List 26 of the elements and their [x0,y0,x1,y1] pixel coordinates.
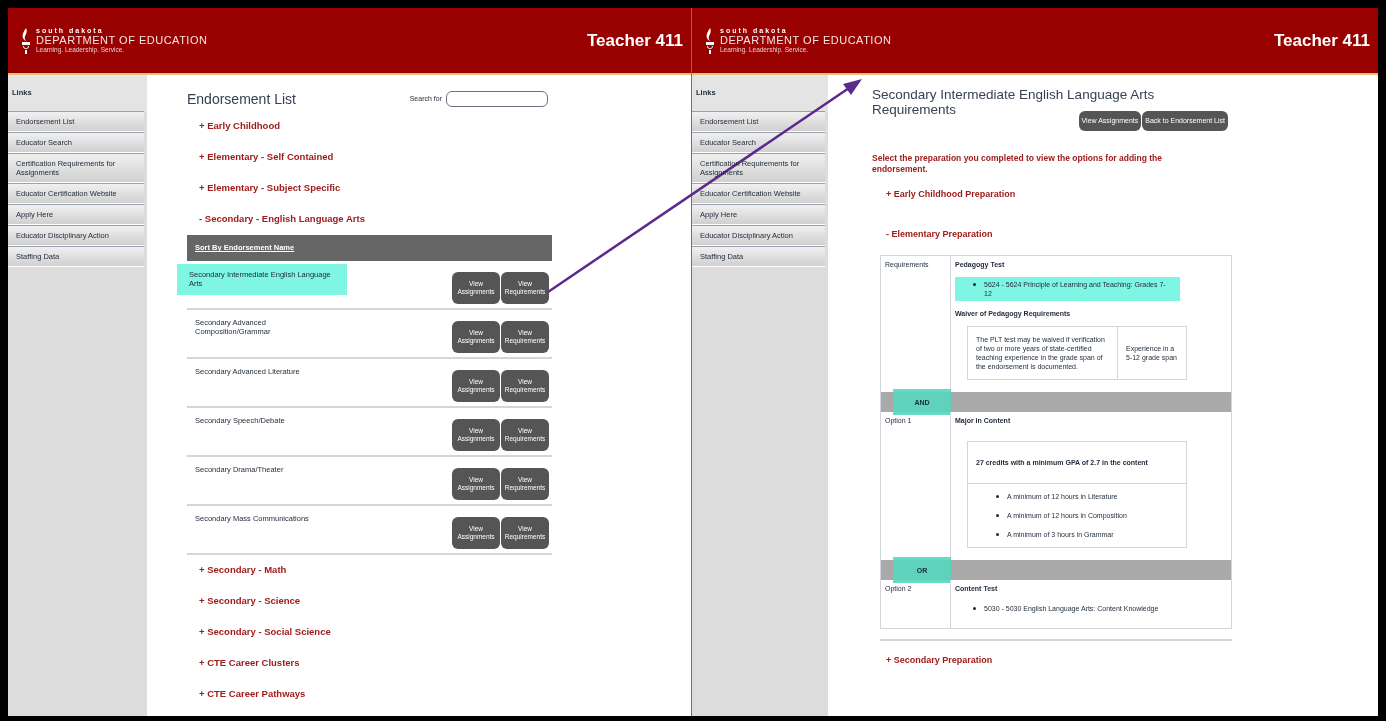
section-link[interactable]: + Early Childhood Preparation [886,188,1016,202]
section-link[interactable]: + Secondary Preparation [886,654,993,668]
category-link[interactable]: + Secondary - Math [199,563,287,578]
site-title: Teacher 411 [1273,29,1370,52]
logo-department-name: DEPARTMENT OF EDUCATION [36,35,208,47]
bullet-icon [996,495,999,498]
flame-logo-icon [20,27,32,54]
site-title: Teacher 411 [586,29,683,52]
bullet-icon [973,607,976,610]
bullet-icon [973,283,976,286]
flame-logo-icon [704,27,716,54]
category-link[interactable]: + Early Childhood [199,119,281,134]
instruction-text: Select the preparation you completed to view the options for adding the endorsement. [872,153,1163,175]
category-link[interactable]: + Secondary - Science [199,594,301,609]
bullet-icon [996,533,999,536]
category-link[interactable]: + CTE Career Clusters [199,656,300,671]
category-link[interactable]: - Secondary - English Language Arts [199,212,365,227]
category-link[interactable]: + CTE Career Pathways [199,687,306,702]
section-link[interactable]: - Elementary Preparation [886,228,993,242]
bullet-icon [996,514,999,517]
category-link[interactable]: + Secondary - Social Science [199,625,331,640]
logo-department-name: DEPARTMENT OF EDUCATION [720,35,892,47]
page-title: Endorsement List [187,89,296,109]
category-link[interactable]: + Elementary - Subject Specific [199,181,341,196]
category-link[interactable]: + Elementary - Self Contained [199,150,334,165]
search-field[interactable] [446,91,548,107]
